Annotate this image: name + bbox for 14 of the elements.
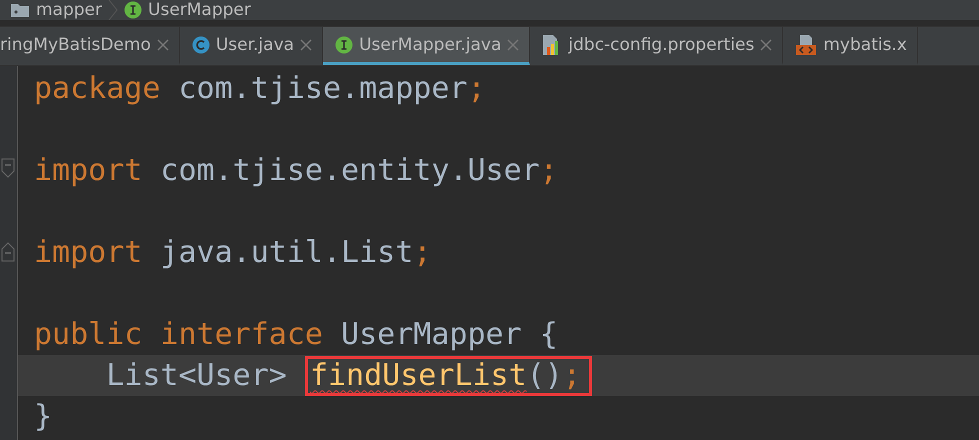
close-icon[interactable] — [760, 38, 772, 50]
breadcrumb-item[interactable]: mapper — [10, 0, 102, 20]
xml-file-icon — [795, 34, 818, 56]
highlight-box: findUserList(); — [304, 356, 592, 396]
editor-tab[interactable]: ringMyBatisDemo — [0, 27, 180, 65]
editor-tab[interactable]: UserMapper.java — [323, 27, 530, 65]
interface-icon — [124, 1, 142, 19]
chevron-icon — [108, 0, 118, 20]
close-icon[interactable] — [300, 38, 312, 50]
interface-icon — [335, 36, 354, 54]
breadcrumb-item[interactable]: UserMapper — [124, 0, 251, 20]
close-icon[interactable] — [507, 38, 520, 50]
close-icon[interactable] — [156, 38, 169, 50]
class-icon — [192, 36, 210, 54]
